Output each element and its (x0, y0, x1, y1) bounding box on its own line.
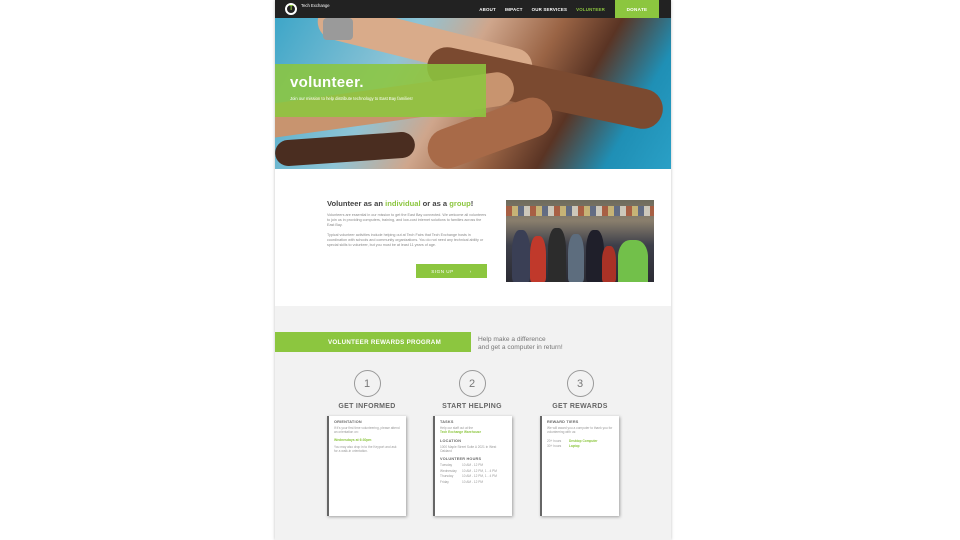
photo-person (568, 234, 584, 282)
rewards-section: VOLUNTEER REWARDS PROGRAM Help make a di… (275, 306, 671, 540)
hero-subtitle: Join our mission to help distribute tech… (290, 96, 413, 101)
card-heading: TASKS (440, 420, 454, 424)
photo-person (602, 246, 616, 282)
step-2: 2 START HELPING (422, 370, 522, 410)
step-title: GET INFORMED (338, 403, 396, 410)
photo-person (512, 230, 530, 282)
tagline-line-2: and get a computer in return! (478, 344, 563, 351)
card-text: You may also drop in to the Keyport and … (334, 445, 397, 454)
step-number-circle: 2 (458, 370, 486, 397)
orientation-card: ORIENTATION If it's your first time volu… (327, 416, 406, 516)
nav-link-about[interactable]: ABOUT (479, 7, 496, 12)
card-text: If it's your first time volunteering, pl… (334, 426, 400, 435)
donate-button[interactable]: DONATE (615, 0, 659, 18)
intro-section: Volunteer as an individual or as a group… (275, 169, 671, 306)
step-title: START HELPING (442, 403, 502, 410)
photo-shelf (506, 206, 654, 216)
tagline-line-1: Help make a difference (478, 336, 546, 343)
hero-banner: volunteer. Join our mission to help dist… (275, 18, 671, 169)
heading-highlight-group: group (449, 199, 471, 208)
start-helping-card: TASKS Help our staff out at the Tech Exc… (433, 416, 512, 516)
step-3: 3 GET REWARDS (530, 370, 630, 410)
heading-highlight-individual: individual (385, 199, 421, 208)
card-heading: REWARD TIERS (547, 420, 579, 424)
card-text: We will award you a computer to thank yo… (547, 426, 613, 435)
nav-link-our-services[interactable]: OUR SERVICES (532, 7, 568, 12)
hero-photo-watch (323, 18, 353, 40)
tier-hours: 30+ hours (547, 444, 562, 449)
webpage: T Tech Exchange ABOUT IMPACT OUR SERVICE… (275, 0, 671, 540)
heading-text: Volunteer as an (327, 199, 386, 208)
nav-link-impact[interactable]: IMPACT (505, 7, 523, 12)
logo-text[interactable]: Tech Exchange (301, 3, 331, 8)
nav-link-volunteer[interactable]: VOLUNTEER (576, 7, 605, 12)
step-number-circle: 1 (353, 370, 381, 397)
hours-day: Friday (440, 479, 449, 484)
top-navbar: T Tech Exchange ABOUT IMPACT OUR SERVICE… (275, 0, 671, 18)
step-1: 1 GET INFORMED (317, 370, 417, 410)
step-title: GET REWARDS (552, 403, 608, 410)
hours-time: 10 AM - 12 PM (462, 479, 484, 484)
sign-up-button[interactable]: SIGN UP › (416, 264, 487, 278)
heading-text: or as a (420, 199, 450, 208)
orientation-time: Wednesdays at 6:30pm (334, 437, 372, 442)
intro-paragraph-2: Typical volunteer activities include hel… (327, 233, 484, 247)
photo-person (548, 228, 566, 282)
intro-paragraph-1: Volunteers are essential in our mission … (327, 213, 487, 227)
card-heading: VOLUNTEER HOURS (440, 457, 482, 462)
intro-heading: Volunteer as an individual or as a group… (327, 199, 473, 208)
volunteers-photo (506, 200, 654, 282)
rewards-tagline: Help make a difference and get a compute… (478, 336, 563, 352)
rewards-card: REWARD TIERS We will award you a compute… (540, 416, 619, 516)
hero-title: volunteer. (290, 74, 364, 91)
sign-up-label: SIGN UP (431, 268, 454, 274)
location-text: 1000 Maple Street Suite A 2021 in West O… (440, 444, 497, 453)
nav-links: ABOUT IMPACT OUR SERVICES VOLUNTEER (479, 0, 605, 18)
card-heading: LOCATION (440, 438, 462, 443)
hero-title-box: volunteer. Join our mission to help dist… (275, 64, 486, 117)
heading-text: ! (470, 199, 474, 208)
logo-icon[interactable]: T (285, 3, 297, 15)
step-number-circle: 3 (566, 370, 594, 397)
logo-glyph: T (289, 5, 294, 12)
rewards-banner: VOLUNTEER REWARDS PROGRAM (275, 332, 471, 352)
reward-tier-row: 30+ hours Laptop (547, 444, 614, 450)
photo-person (530, 236, 546, 282)
hours-row: Friday 10 AM - 12 PM (440, 480, 507, 486)
chevron-right-icon: › (469, 268, 472, 274)
card-heading: ORIENTATION (334, 420, 362, 424)
photo-person-green-shirt (618, 240, 648, 282)
tier-reward: Laptop (569, 444, 580, 449)
hero-photo-shape (275, 131, 416, 167)
